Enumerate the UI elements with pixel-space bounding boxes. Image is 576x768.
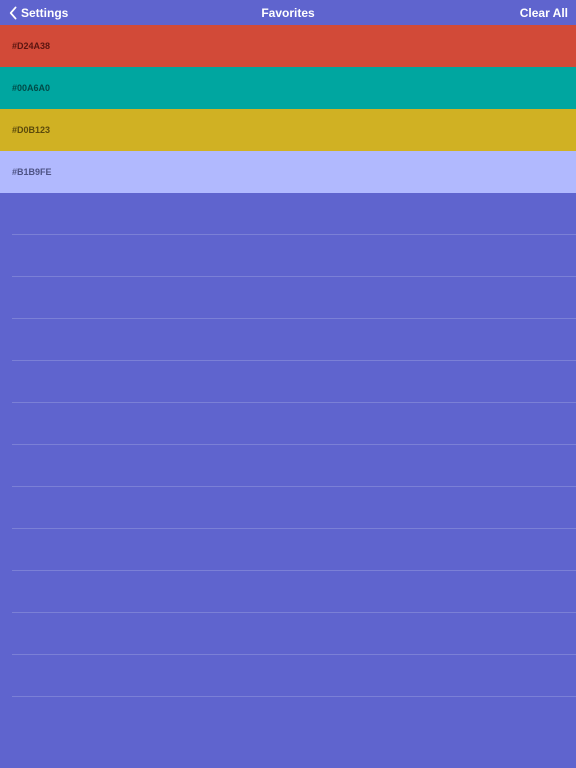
empty-row: [12, 655, 576, 697]
empty-row: [12, 529, 576, 571]
color-row[interactable]: #D24A38: [0, 25, 576, 67]
color-row[interactable]: #00A6A0: [0, 67, 576, 109]
empty-row: [12, 487, 576, 529]
color-row[interactable]: #D0B123: [0, 109, 576, 151]
chevron-left-icon: [8, 6, 19, 20]
empty-row: [12, 193, 576, 235]
color-hex-label: #B1B9FE: [12, 167, 52, 177]
color-hex-label: #00A6A0: [12, 83, 50, 93]
empty-row: [12, 697, 576, 739]
color-hex-label: #D0B123: [12, 125, 50, 135]
empty-row: [12, 571, 576, 613]
nav-bar: Settings Favorites Clear All: [0, 0, 576, 25]
favorites-list: #D24A38 #00A6A0 #D0B123 #B1B9FE: [0, 25, 576, 739]
empty-row: [12, 277, 576, 319]
clear-all-button[interactable]: Clear All: [520, 6, 568, 20]
empty-row: [12, 361, 576, 403]
color-hex-label: #D24A38: [12, 41, 50, 51]
color-row[interactable]: #B1B9FE: [0, 151, 576, 193]
back-button[interactable]: Settings: [8, 6, 68, 20]
empty-row: [12, 235, 576, 277]
back-label: Settings: [21, 6, 68, 20]
page-title: Favorites: [261, 6, 314, 20]
empty-row: [12, 445, 576, 487]
empty-row: [12, 403, 576, 445]
empty-row: [12, 319, 576, 361]
empty-row: [12, 613, 576, 655]
